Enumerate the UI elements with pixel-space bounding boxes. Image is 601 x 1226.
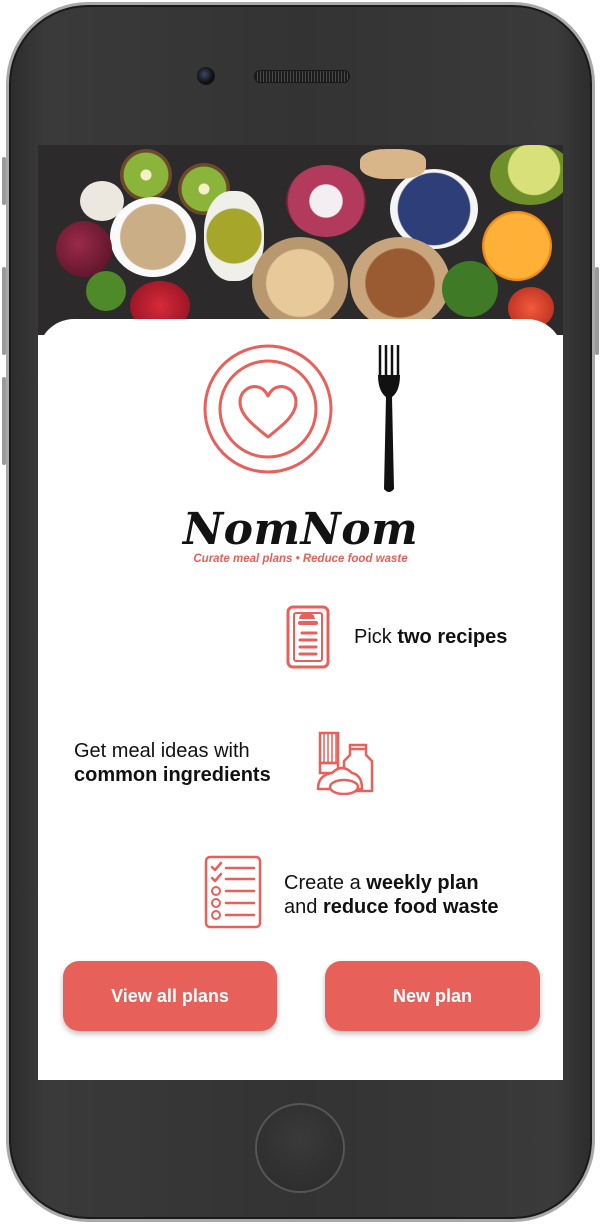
almond-sack xyxy=(350,237,450,329)
app-tagline: Curate meal plans • Reduce food waste xyxy=(193,553,408,565)
feature-pick-recipes: Pick two recipes xyxy=(354,625,507,649)
beetroot xyxy=(56,221,112,277)
pantry-ingredients-icon xyxy=(316,731,374,795)
app-name: NomNom xyxy=(182,504,419,555)
feature-text-regular: Pick xyxy=(354,626,398,648)
app-screen: NomNom Curate meal plans • Reduce food w… xyxy=(38,145,563,1080)
volume-down-button xyxy=(2,377,6,465)
chickpea-sack xyxy=(252,237,348,329)
feature-text-bold: weekly plan xyxy=(366,872,479,894)
earpiece-speaker xyxy=(254,70,350,83)
pistachio-bowl xyxy=(110,197,196,277)
orange-slice xyxy=(482,211,552,281)
feature-text-bold: common ingredients xyxy=(74,764,271,786)
recipe-card-icon xyxy=(286,605,330,669)
home-button[interactable] xyxy=(255,1103,345,1193)
ginger xyxy=(360,149,426,179)
avocado xyxy=(490,145,563,205)
broccoli xyxy=(86,271,126,311)
view-all-plans-button[interactable]: View all plans xyxy=(63,961,277,1031)
feature-weekly-plan: Create a weekly plan and reduce food was… xyxy=(284,871,499,919)
feature-text-bold: reduce food waste xyxy=(322,896,499,918)
feature-text-regular: Get meal ideas with xyxy=(74,740,250,762)
feature-text-regular: and xyxy=(284,896,323,918)
hero-food-image xyxy=(38,145,563,335)
power-button xyxy=(595,267,599,355)
mute-switch xyxy=(2,157,6,205)
volume-up-button xyxy=(2,267,6,355)
parsley xyxy=(442,261,498,317)
feature-text-bold: two recipes xyxy=(397,626,508,648)
feature-common-ingredients: Get meal ideas with common ingredients xyxy=(74,739,271,787)
new-plan-button[interactable]: New plan xyxy=(325,961,540,1031)
kiwi-slice xyxy=(120,149,172,201)
front-camera xyxy=(197,67,215,85)
feature-text-regular: Create a xyxy=(284,872,367,894)
plate-heart-logo-icon xyxy=(203,344,400,492)
checklist-icon xyxy=(204,855,262,929)
red-cabbage xyxy=(286,165,366,237)
